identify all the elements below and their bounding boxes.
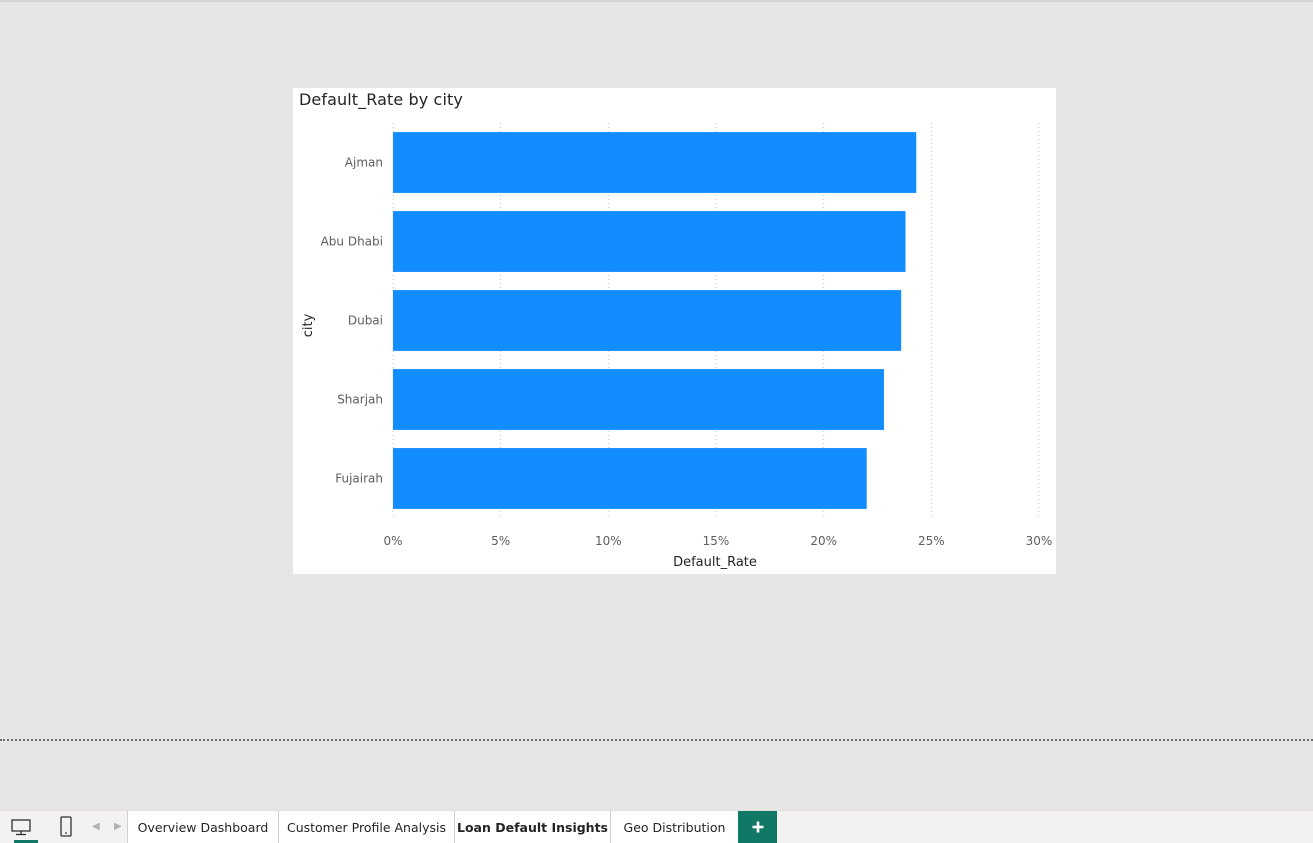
x-tick-label: 0% [383,534,402,548]
bar[interactable] [393,211,906,272]
desktop-view-button[interactable] [4,811,38,843]
y-tick-label: Abu Dhabi [321,235,383,249]
tab-label: Geo Distribution [623,819,726,835]
desktop-icon [11,819,31,836]
tab-label: Customer Profile Analysis [286,819,447,835]
bar[interactable] [393,448,867,509]
tab-label: Loan Default Insights [456,819,608,835]
tab-customer-profile-analysis[interactable]: Customer Profile Analysis [278,811,454,843]
tab-loan-default-insights[interactable]: Loan Default Insights [454,811,610,843]
x-tick-label: 25% [918,534,945,548]
x-tick-label: 20% [810,534,837,548]
chart-svg: 0% 5% 10% 15% 20% 25% 30% Ajman Abu Dhabi Dubai Sh… [301,123,1053,570]
y-tick-label: Fujairah [335,472,383,486]
bar-chart-visual[interactable]: Default_Rate by city 0% 5% 10% 15% 20% 25% 30%… [293,88,1056,574]
tab-label: Overview Dashboard [137,819,269,835]
tab-geo-distribution[interactable]: Geo Distribution [610,811,739,843]
x-tick-label: 5% [491,534,510,548]
page-tab-bar: ◀ ▶ Overview Dashboard Customer Profile … [0,810,1313,843]
bar[interactable] [393,369,884,430]
tab-overview-dashboard[interactable]: Overview Dashboard [127,811,278,843]
y-tick-label: Sharjah [337,393,383,407]
page-break-line [0,739,1313,741]
y-tick-label: Ajman [345,156,383,170]
x-axis-title: Default_Rate [673,555,757,570]
scroll-right-icon[interactable]: ▶ [114,821,122,832]
y-tick-label: Dubai [348,314,383,328]
bar[interactable] [393,132,917,193]
x-tick-label: 30% [1026,534,1053,548]
mobile-view-button[interactable] [49,811,83,843]
x-tick-label: 15% [703,534,730,548]
scroll-left-icon[interactable]: ◀ [92,821,100,832]
x-tick-label: 10% [595,534,622,548]
add-page-button[interactable] [738,811,777,843]
mobile-icon [60,816,72,837]
plus-icon [752,821,763,833]
bar[interactable] [393,290,902,351]
y-axis-title: city [301,313,316,337]
